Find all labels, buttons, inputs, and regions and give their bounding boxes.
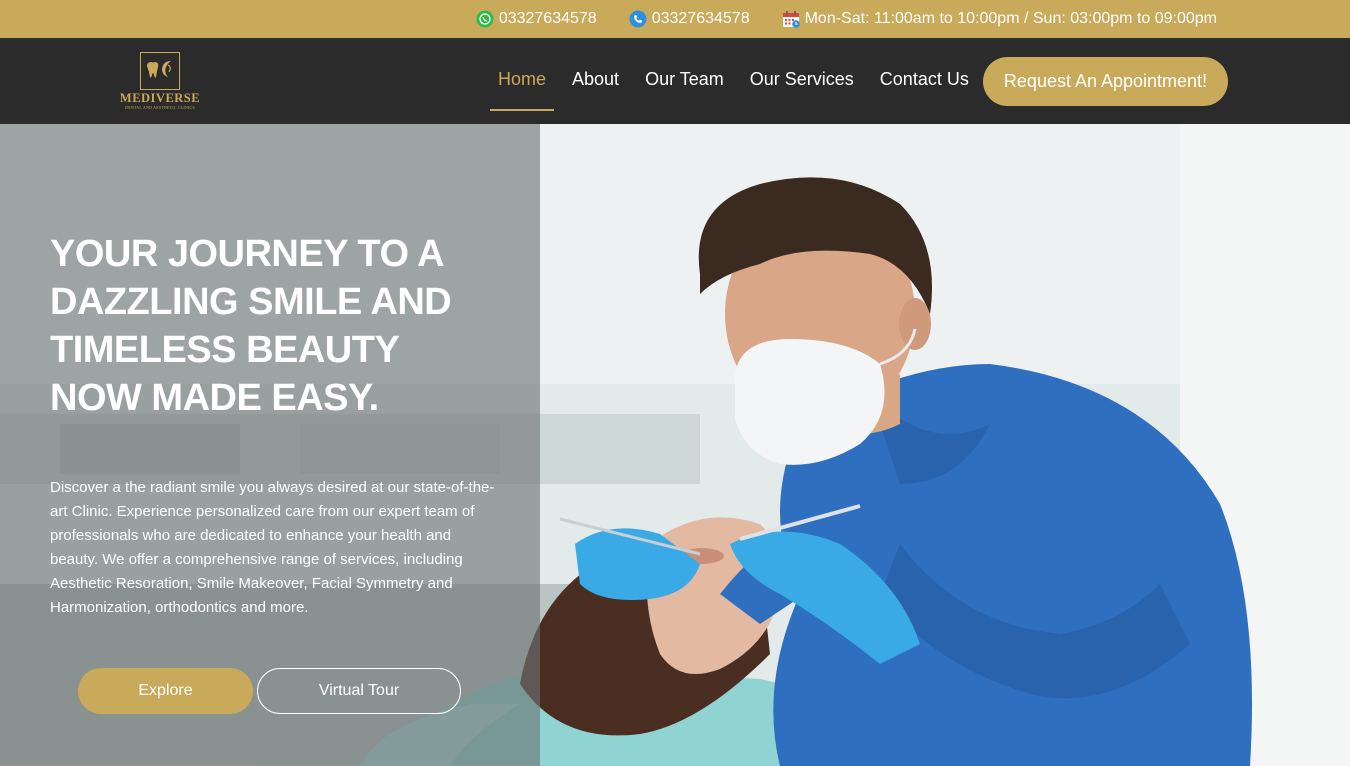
explore-button[interactable]: Explore: [78, 668, 253, 714]
hero-description: Discover a the radiant smile you always …: [50, 479, 495, 616]
main-header: MEDIVERSE DENTAL AND AESTHETIC CLINICS H…: [0, 38, 1350, 124]
phone-number: 03327634578: [651, 10, 750, 27]
phone-contact[interactable]: 03327634578: [629, 10, 750, 29]
nav-about[interactable]: About: [564, 47, 627, 111]
virtual-tour-button[interactable]: Virtual Tour: [257, 668, 461, 714]
site-logo[interactable]: MEDIVERSE DENTAL AND AESTHETIC CLINICS: [116, 50, 204, 114]
main-nav: Home About Our Team Our Services Contact…: [490, 38, 987, 124]
phone-icon: [629, 10, 648, 29]
hours-text: Mon-Sat: 11:00am to 10:00pm / Sun: 03:00…: [804, 10, 1217, 27]
nav-home[interactable]: Home: [490, 47, 555, 111]
nav-our-team[interactable]: Our Team: [637, 47, 732, 111]
opening-hours: Mon-Sat: 11:00am to 10:00pm / Sun: 03:00…: [782, 10, 1217, 29]
nav-our-services[interactable]: Our Services: [742, 47, 862, 111]
whatsapp-number: 03327634578: [498, 10, 597, 27]
nav-contact-us[interactable]: Contact Us: [872, 47, 977, 111]
hero-section: YOUR JOURNEY TO A DAZZLING SMILE AND TIM…: [0, 124, 1350, 766]
logo-name: MEDIVERSE: [119, 91, 201, 105]
logo-emblem: [140, 52, 180, 90]
top-info-bar: 03327634578 03327634578 Mon-Sat: 11:00am…: [0, 0, 1350, 38]
hero-headline: YOUR JOURNEY TO A DAZZLING SMILE AND TIM…: [50, 233, 452, 419]
whatsapp-contact[interactable]: 03327634578: [476, 10, 597, 29]
logo-tagline: DENTAL AND AESTHETIC CLINICS: [125, 105, 195, 110]
request-appointment-button[interactable]: Request An Appointment!: [983, 57, 1228, 106]
whatsapp-icon: [476, 10, 495, 29]
calendar-icon: [782, 10, 801, 29]
